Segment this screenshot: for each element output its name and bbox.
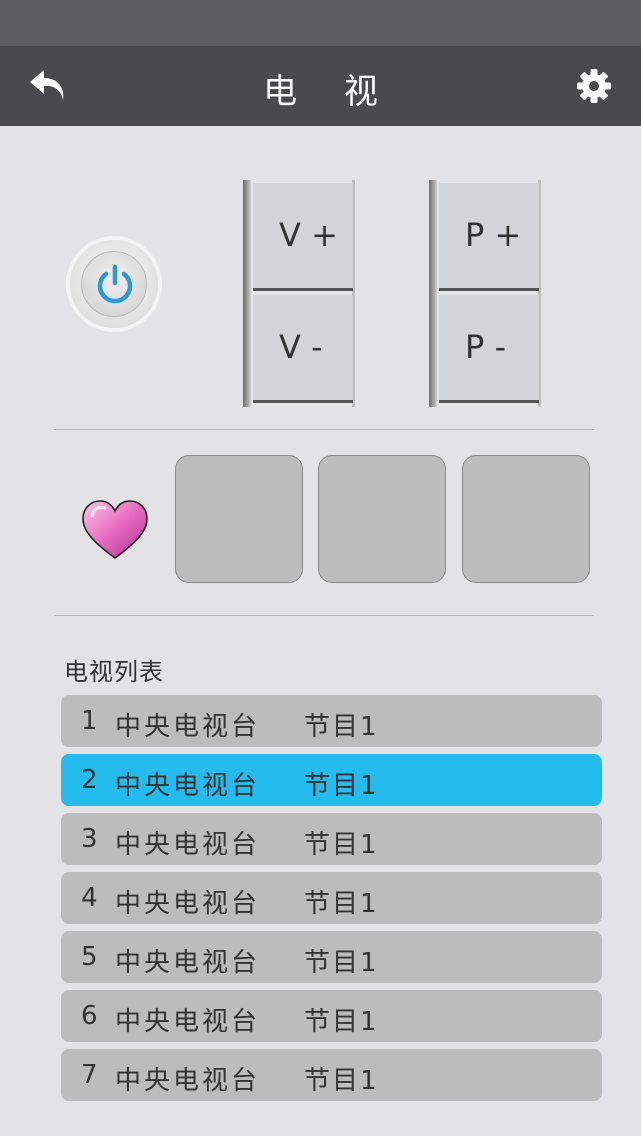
nav-bar: 电 视 <box>0 46 641 126</box>
status-bar <box>0 0 641 46</box>
program-name: 节目1 <box>304 1066 379 1096</box>
channel-name: 中央电视台 <box>115 771 261 801</box>
settings-button[interactable] <box>574 66 614 106</box>
volume-down-button[interactable]: V - <box>253 295 353 403</box>
channel-number: 7 <box>81 1060 98 1090</box>
channel-number: 3 <box>81 824 98 854</box>
gear-icon <box>577 69 611 103</box>
channel-name: 中央电视台 <box>115 830 261 860</box>
channel-number: 1 <box>81 706 98 736</box>
channel-number: 4 <box>81 883 98 913</box>
program-name: 节目1 <box>304 889 379 919</box>
program-name: 节目1 <box>304 830 379 860</box>
divider <box>54 429 594 430</box>
channel-name: 中央电视台 <box>115 889 261 919</box>
volume-rocker: V + V - <box>243 180 355 407</box>
channel-row[interactable]: 6 中央电视台 节目1 <box>61 990 602 1042</box>
program-down-button[interactable]: P - <box>439 295 539 403</box>
page-title: 电 视 <box>263 72 396 112</box>
channel-row-selected[interactable]: 2 中央电视台 节目1 <box>61 754 602 806</box>
channel-list-title: 电视列表 <box>64 658 164 686</box>
channel-row[interactable]: 4 中央电视台 节目1 <box>61 872 602 924</box>
volume-up-button[interactable]: V + <box>253 183 353 291</box>
channel-name: 中央电视台 <box>115 712 261 742</box>
channel-row[interactable]: 7 中央电视台 节目1 <box>61 1049 602 1101</box>
power-button[interactable] <box>70 240 158 328</box>
channel-row[interactable]: 5 中央电视台 节目1 <box>61 931 602 983</box>
favorite-slot-3[interactable] <box>462 455 590 583</box>
channel-name: 中央电视台 <box>115 1007 261 1037</box>
channel-number: 5 <box>81 942 98 972</box>
program-name: 节目1 <box>304 1007 379 1037</box>
power-icon <box>97 264 133 304</box>
channel-row[interactable]: 3 中央电视台 节目1 <box>61 813 602 865</box>
channel-name: 中央电视台 <box>115 1066 261 1096</box>
favorite-slot-2[interactable] <box>318 455 446 583</box>
program-name: 节目1 <box>304 771 379 801</box>
divider <box>54 615 594 616</box>
channel-name: 中央电视台 <box>115 948 261 978</box>
channel-row[interactable]: 1 中央电视台 节目1 <box>61 695 602 747</box>
program-name: 节目1 <box>304 712 379 742</box>
heart-icon <box>82 500 148 559</box>
channel-number: 2 <box>81 765 98 795</box>
program-name: 节目1 <box>304 948 379 978</box>
program-rocker: P + P - <box>429 180 541 407</box>
channel-number: 6 <box>81 1001 98 1031</box>
favorite-slot-1[interactable] <box>175 455 303 583</box>
program-up-button[interactable]: P + <box>439 183 539 291</box>
